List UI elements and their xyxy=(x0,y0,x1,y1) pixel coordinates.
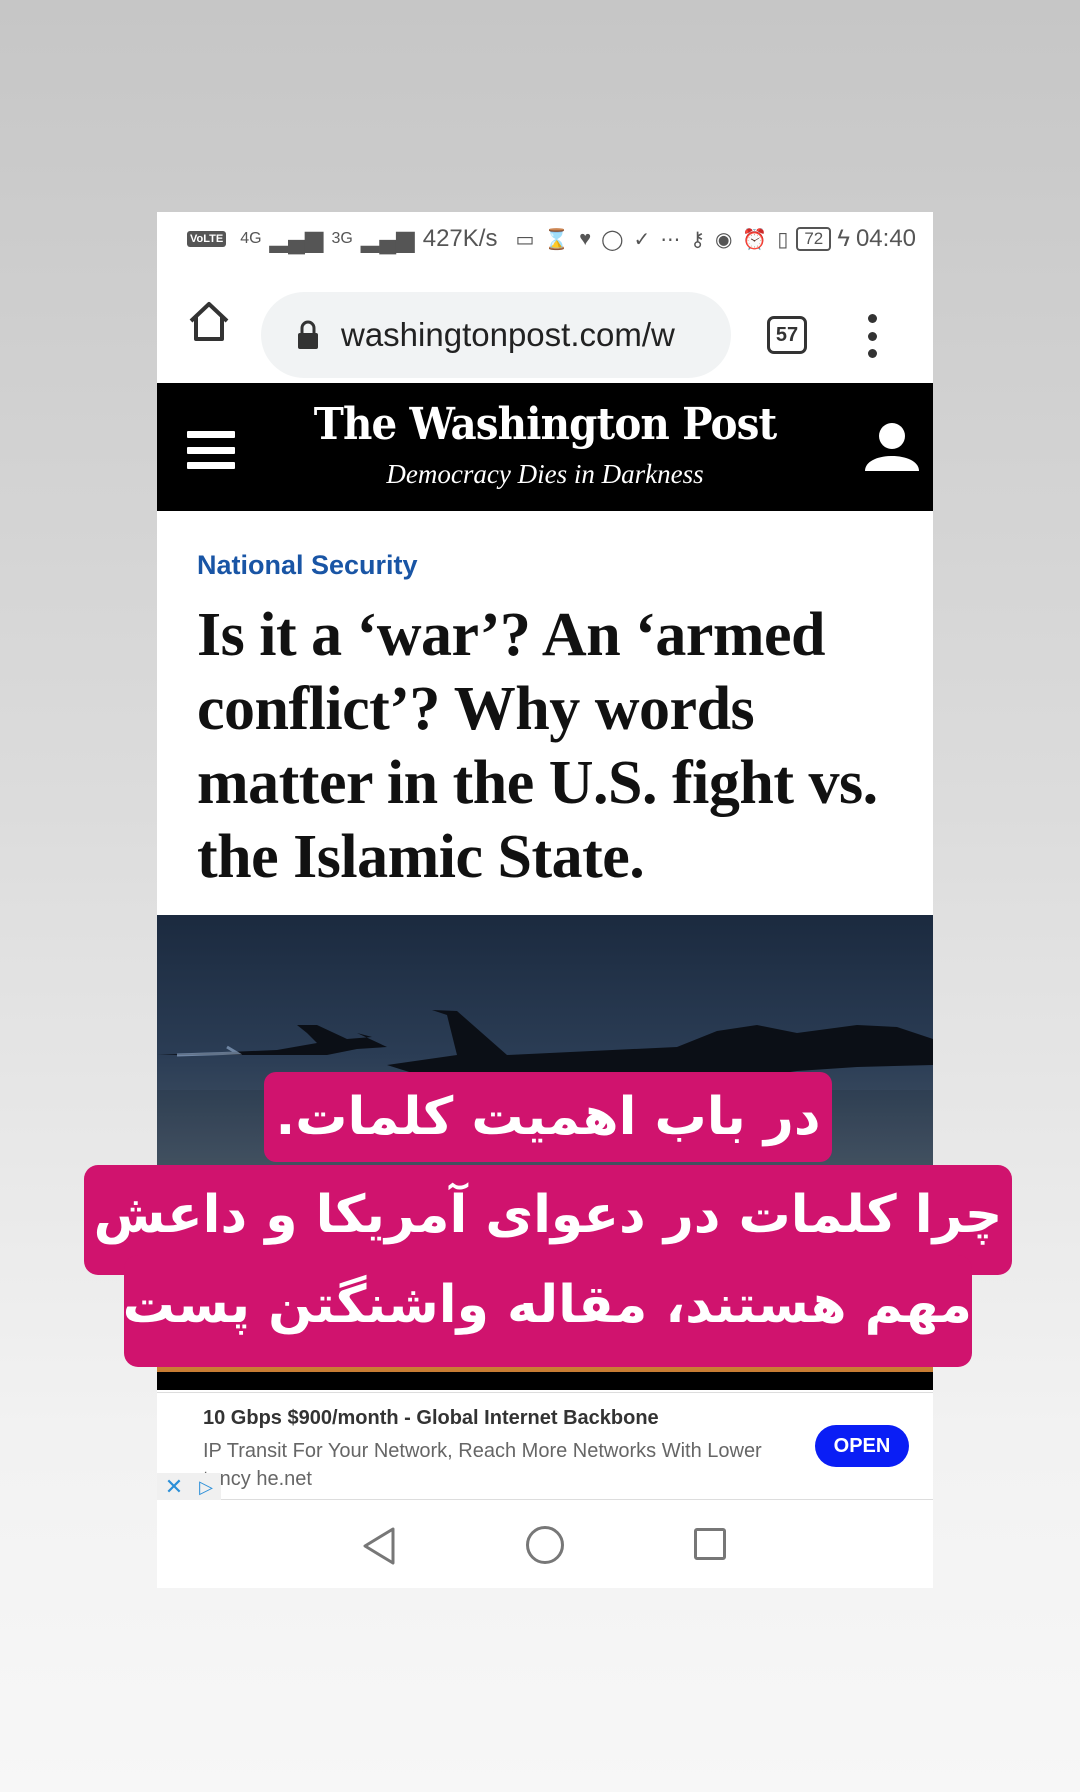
clock: 04:40 xyxy=(855,225,917,252)
battery-level: 72 xyxy=(796,227,832,251)
site-tagline: Democracy Dies in Darkness xyxy=(386,459,704,489)
browser-toolbar: washingtonpost.com/w 57 xyxy=(157,266,933,380)
key-icon: ⚷ xyxy=(690,228,705,251)
phone-screen: VoLTE 4G ▂▄▆ 3G ▂▄▆ 427K/s ▭ ⌛ ♥ ◯ ✓ ⋯ ⚷… xyxy=(157,212,933,1588)
home-icon[interactable] xyxy=(187,299,231,343)
heart-icon: ♥ xyxy=(579,227,592,250)
signal-bars-icon: ▂▄▆ xyxy=(360,225,415,253)
address-bar[interactable]: washingtonpost.com/w xyxy=(261,292,731,378)
article-kicker[interactable]: National Security xyxy=(197,550,418,581)
more-icon: ⋯ xyxy=(660,228,681,251)
whatsapp-icon: ◯ xyxy=(601,228,624,251)
ad-description-line: IP Transit For Your Network, Reach More … xyxy=(203,1440,762,1462)
signal-4g: 4G xyxy=(240,230,262,247)
nav-recent-icon[interactable] xyxy=(694,1528,726,1560)
network-speed: 427K/s xyxy=(422,225,498,252)
vibrate-icon: ▯ xyxy=(777,228,789,251)
ad-title[interactable]: 10 Gbps $900/month - Global Internet Bac… xyxy=(203,1407,659,1430)
signal-3g: 3G xyxy=(331,230,353,247)
site-header: The Washington Post Democracy Dies in Da… xyxy=(157,383,933,511)
url-text: washingtonpost.com/w xyxy=(341,316,675,353)
site-logo[interactable]: The Washington Post xyxy=(188,399,902,450)
lock-icon xyxy=(298,320,318,349)
ad-open-button[interactable]: OPEN xyxy=(815,1425,909,1467)
eye-icon: ◉ xyxy=(714,228,733,251)
hourglass-icon: ⌛ xyxy=(544,228,570,251)
ad-close-icon[interactable]: ✕ xyxy=(157,1473,191,1501)
ad-description: IP Transit For Your Network, Reach More … xyxy=(203,1437,803,1493)
notification-icons: ▭ ⌛ ♥ ◯ ✓ ⋯ ⚷ ◉ ⏰ ▯ xyxy=(515,227,788,252)
system-nav-bar xyxy=(157,1500,933,1588)
caption-line-1: در باب اهمیت کلمات. xyxy=(264,1072,832,1162)
download-icon: ✓ xyxy=(633,228,651,251)
article-headline: Is it a ‘war’? An ‘armed conflict’? Why … xyxy=(197,601,878,891)
volte-badge: VoLTE xyxy=(187,231,227,247)
notification-icon: ▭ xyxy=(515,228,535,251)
user-icon[interactable] xyxy=(865,421,919,473)
signal-bars-icon: ▂▄▆ xyxy=(269,225,324,253)
ad-banner[interactable]: 10 Gbps $900/month - Global Internet Bac… xyxy=(157,1392,933,1501)
photo-border xyxy=(157,1372,933,1390)
caption-line-3: مهم هستند، مقاله واشنگتن پست xyxy=(123,1255,972,1367)
nav-home-icon[interactable] xyxy=(526,1526,564,1564)
nav-back-icon[interactable] xyxy=(361,1526,397,1566)
ad-choices-icon[interactable]: ▷ xyxy=(191,1473,221,1501)
menu-icon[interactable] xyxy=(865,314,879,358)
status-bar: VoLTE 4G ▂▄▆ 3G ▂▄▆ 427K/s ▭ ⌛ ♥ ◯ ✓ ⋯ ⚷… xyxy=(157,212,933,266)
charging-icon: ϟ xyxy=(837,225,850,252)
tabs-icon[interactable]: 57 xyxy=(767,316,807,354)
alarm-icon: ⏰ xyxy=(742,228,768,251)
status-right: 72 ϟ 04:40 xyxy=(796,225,916,253)
